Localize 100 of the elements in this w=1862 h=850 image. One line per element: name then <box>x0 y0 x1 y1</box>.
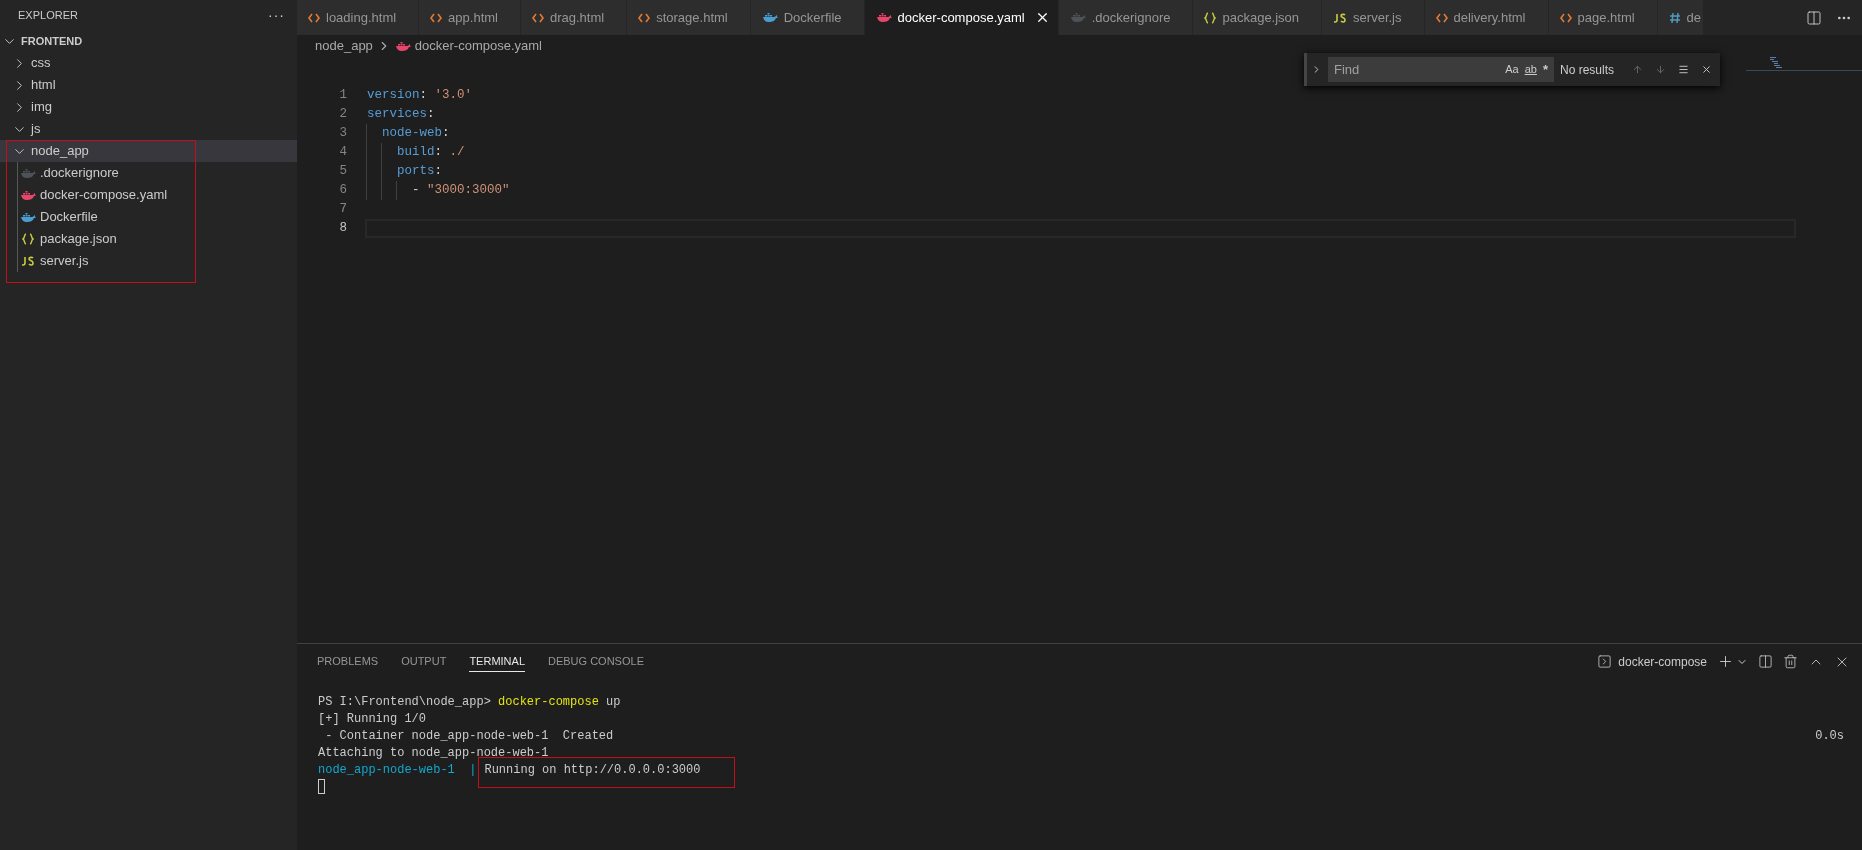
find-input[interactable]: Find Aa ab * <box>1328 57 1554 82</box>
file-name: js <box>31 120 41 139</box>
terminal-text: PS I:\Frontend\node_app> <box>318 693 492 711</box>
editor-tab[interactable]: drag.html <box>521 0 628 35</box>
elapsed-time: 0.0s <box>1815 727 1844 745</box>
whale-icon <box>394 40 411 52</box>
file-item[interactable]: server.js <box>0 250 297 272</box>
braces-icon <box>22 233 34 245</box>
editor-tab[interactable]: package.json <box>1193 0 1323 35</box>
file-item[interactable]: docker-compose.yaml <box>0 184 297 206</box>
folder-item[interactable]: js <box>0 118 297 140</box>
regex-toggle[interactable]: * <box>1542 59 1548 80</box>
match-case-toggle[interactable]: Aa <box>1505 61 1519 78</box>
file-name: Dockerfile <box>40 208 98 227</box>
line-number: 2 <box>338 106 347 124</box>
braces-icon <box>1204 11 1217 24</box>
editor-tab[interactable]: delivery.html <box>1424 0 1549 35</box>
root-folder-name: FRONTEND <box>21 33 83 49</box>
file-name: css <box>31 54 51 73</box>
terminal-text: Running on http://0.0.0.0:3000 <box>484 761 701 779</box>
js-icon <box>1333 12 1348 23</box>
file-name: .dockerignore <box>40 164 119 183</box>
panel-tab[interactable]: DEBUG CONSOLE <box>548 651 644 672</box>
hash-icon <box>1668 11 1681 24</box>
whale-icon <box>1069 12 1086 23</box>
more-actions-button[interactable]: ··· <box>268 4 285 26</box>
terminal-text: up <box>605 693 621 711</box>
code-line: services: <box>367 106 435 124</box>
explorer-title: EXPLORER <box>18 7 78 23</box>
terminal-text: [+] Running 1/0 <box>318 710 427 728</box>
tab-label: page.html <box>1577 8 1635 27</box>
tab-label: package.json <box>1222 8 1300 27</box>
file-name: package.json <box>40 230 117 249</box>
folder-item[interactable]: css <box>0 52 297 74</box>
code-line: ports: <box>396 163 443 181</box>
editor-tab[interactable]: docker-compose.yaml <box>864 0 1059 35</box>
terminal-text: docker-compose <box>498 693 599 711</box>
folder-item[interactable]: node_app <box>0 140 297 162</box>
tab-label: de <box>1686 8 1702 27</box>
panel-tab[interactable]: TERMINAL <box>469 651 525 672</box>
tab-label: server.js <box>1353 8 1402 27</box>
whale-icon <box>20 167 36 179</box>
terminal-text: - Container node_app-node-web-1 Created <box>324 727 614 745</box>
line-number: 4 <box>338 144 347 162</box>
new-terminal-icon[interactable] <box>1717 653 1734 670</box>
file-item[interactable]: .dockerignore <box>0 162 297 184</box>
editor-tab[interactable]: storage.html <box>627 0 751 35</box>
split-editor-icon[interactable] <box>1806 9 1822 26</box>
editor-tab[interactable]: Dockerfile <box>750 0 865 35</box>
code-line: - "3000:3000" <box>411 182 510 200</box>
whale-icon <box>20 189 36 201</box>
folder-item[interactable]: img <box>0 96 297 118</box>
find-result: No results <box>1560 61 1615 79</box>
editor-tab[interactable]: server.js <box>1322 0 1425 35</box>
folder-item[interactable]: html <box>0 74 297 96</box>
trash-icon[interactable] <box>1783 654 1798 669</box>
editor-tab[interactable]: loading.html <box>297 0 420 35</box>
breadcrumb-item[interactable]: docker-compose.yaml <box>414 36 542 56</box>
split-terminal-icon[interactable] <box>1758 654 1773 669</box>
line-number: 1 <box>338 87 347 105</box>
code-brackets-icon <box>430 12 443 23</box>
code-brackets-icon <box>532 12 544 23</box>
code-line: version: '3.0' <box>367 87 473 105</box>
code-brackets-icon <box>638 12 651 23</box>
line-number: 3 <box>338 125 347 143</box>
panel-tab[interactable]: PROBLEMS <box>317 651 379 672</box>
tab-label: app.html <box>448 8 498 27</box>
file-name: server.js <box>40 252 89 271</box>
line-number: 7 <box>338 201 347 219</box>
editor-tab[interactable]: de <box>1657 0 1705 35</box>
minimap-drawing <box>1770 57 1782 68</box>
file-name: docker-compose.yaml <box>40 186 168 205</box>
file-name: node_app <box>31 142 89 161</box>
whole-word-toggle[interactable]: ab <box>1524 61 1537 78</box>
code-brackets-icon <box>1559 12 1572 23</box>
whale-icon <box>20 211 36 223</box>
tab-label: delivery.html <box>1453 8 1526 27</box>
tab-label: drag.html <box>550 8 605 27</box>
panel-tab[interactable]: OUTPUT <box>401 651 447 672</box>
terminal-name[interactable]: docker-compose <box>1618 652 1707 671</box>
code-line: build: ./ <box>396 144 465 162</box>
file-name: html <box>31 76 56 95</box>
file-name: img <box>31 98 52 117</box>
tab-label: .dockerignore <box>1091 8 1171 27</box>
tab-label: loading.html <box>326 8 397 27</box>
tab-label: docker-compose.yaml <box>897 8 1025 27</box>
editor-tab[interactable]: app.html <box>419 0 521 35</box>
whale-icon <box>875 12 892 23</box>
line-number: 6 <box>338 182 347 200</box>
breadcrumb-item[interactable]: node_app <box>315 36 373 56</box>
editor-tab[interactable]: .dockerignore <box>1058 0 1194 35</box>
tab-label: Dockerfile <box>783 8 842 27</box>
file-item[interactable]: Dockerfile <box>0 206 297 228</box>
root-folder-item[interactable]: FRONTEND <box>0 30 297 52</box>
js-icon <box>21 256 35 266</box>
terminal-icon <box>1597 654 1613 669</box>
code-brackets-icon <box>1435 12 1448 23</box>
editor-tab[interactable]: page.html <box>1548 0 1658 35</box>
terminal-text: Attaching to node_app-node-web-1 <box>318 744 549 762</box>
file-item[interactable]: package.json <box>0 228 297 250</box>
